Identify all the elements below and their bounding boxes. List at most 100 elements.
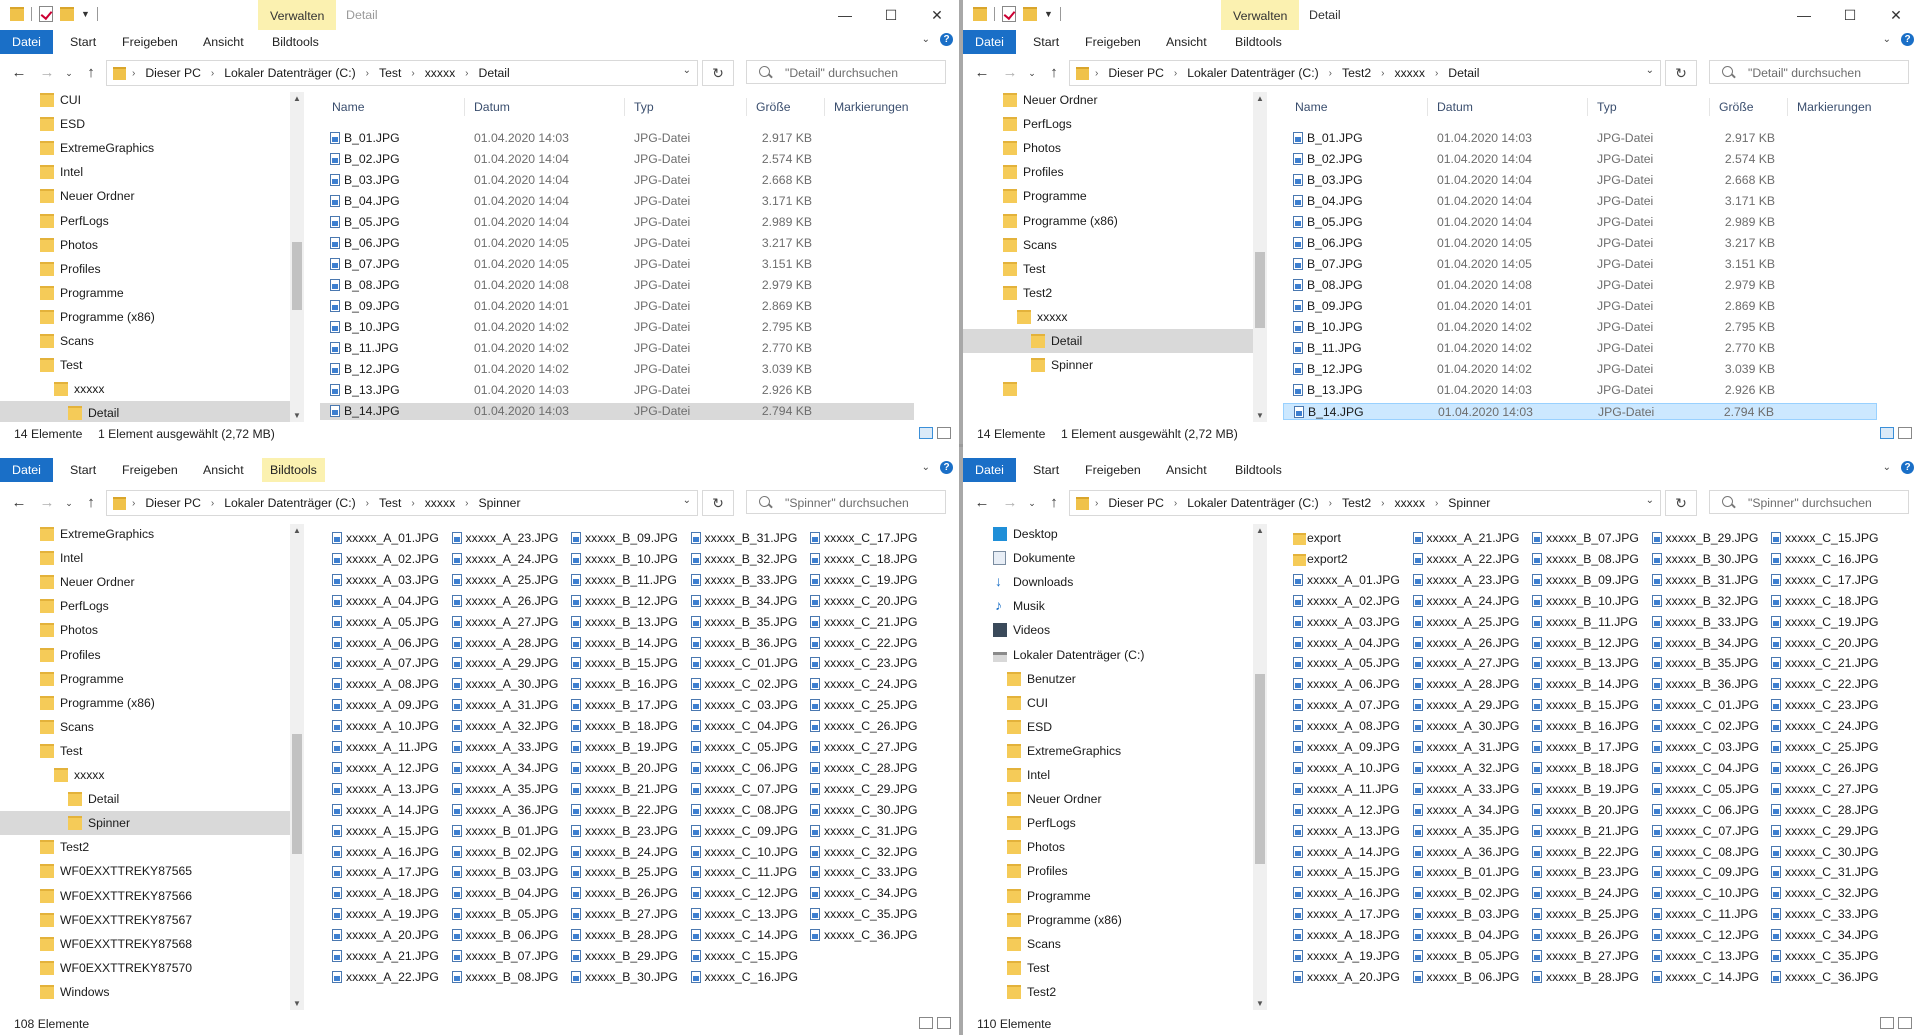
tab-share[interactable]: Freigeben <box>122 30 178 54</box>
expand-ribbon-icon[interactable]: ⌄ <box>1883 462 1891 473</box>
nav-item[interactable]: PerfLogs <box>0 594 290 618</box>
file-grid[interactable]: xxxxx_A_01.JPG xxxxx_A_02.JPG xxxxx_A_03.J… <box>328 530 948 1010</box>
nav-item[interactable]: Programme (x86) <box>0 691 290 715</box>
breadcrumb[interactable]: Spinner <box>1448 496 1490 510</box>
file-row[interactable]: B_14.JPG 01.04.2020 14:03 JPG-Datei 2.794 K… <box>320 403 914 420</box>
new-folder-icon[interactable] <box>1023 7 1037 21</box>
nav-item[interactable]: Profiles <box>963 160 1253 184</box>
nav-item[interactable]: WF0EXXTTREKY87567 <box>0 908 290 932</box>
refresh-button[interactable]: ↻ <box>1665 60 1697 86</box>
nav-item[interactable]: Detail <box>963 329 1253 353</box>
nav-item[interactable]: Test2 <box>963 281 1253 305</box>
properties-icon[interactable] <box>39 6 53 22</box>
file-row[interactable]: B_09.JPG 01.04.2020 14:01 JPG-Datei 2.869 K… <box>320 298 914 315</box>
nav-item[interactable]: Programme <box>0 667 290 691</box>
file-row[interactable]: B_11.JPG 01.04.2020 14:02 JPG-Datei 2.770 K… <box>1283 340 1877 357</box>
tab-view[interactable]: Ansicht <box>1166 458 1207 482</box>
nav-item[interactable]: Scans <box>0 329 290 353</box>
column-header-tags[interactable]: Markierungen <box>1797 96 1872 118</box>
tab-start[interactable]: Start <box>1033 30 1059 54</box>
file-list[interactable]: Name Datum Typ Größe Markierungen ^ B_01.JPG 01… <box>320 96 940 422</box>
recent-locations-button[interactable]: ⌄ <box>58 62 80 84</box>
search-input[interactable]: "Spinner" durchsuchen <box>1709 490 1909 514</box>
nav-item[interactable]: PerfLogs <box>963 112 1253 136</box>
nav-item[interactable]: Neuer Ordner <box>0 570 290 594</box>
nav-item[interactable]: ESD <box>963 715 1253 739</box>
breadcrumb[interactable]: Dieser PC <box>145 66 201 80</box>
file-row[interactable]: B_10.JPG 01.04.2020 14:02 JPG-Datei 2.795 K… <box>1283 319 1877 336</box>
forward-button[interactable]: → <box>36 62 58 84</box>
file-row[interactable]: B_11.JPG 01.04.2020 14:02 JPG-Datei 2.770 K… <box>320 340 914 357</box>
tab-view[interactable]: Ansicht <box>1166 30 1207 54</box>
chevron-down-icon[interactable]: ⌄ <box>1646 495 1654 506</box>
forward-button[interactable]: → <box>999 492 1021 514</box>
navigation-scrollbar[interactable]: ▲ ▼ <box>1253 524 1267 1010</box>
up-button[interactable]: ↑ <box>80 492 102 514</box>
file-row[interactable]: B_07.JPG 01.04.2020 14:05 JPG-Datei 3.151 K… <box>320 256 914 273</box>
column-separator[interactable] <box>624 98 625 116</box>
nav-item[interactable]: Programme <box>963 884 1253 908</box>
file-row[interactable]: B_04.JPG 01.04.2020 14:04 JPG-Datei 3.171 K… <box>1283 193 1877 210</box>
breadcrumb[interactable]: xxxxx <box>1394 496 1424 510</box>
column-header-date[interactable]: Datum <box>474 96 510 118</box>
new-folder-icon[interactable] <box>60 7 74 21</box>
chevron-down-icon[interactable]: ⌄ <box>683 495 691 506</box>
column-header-name[interactable]: Name <box>1295 96 1328 118</box>
nav-item[interactable]: Profiles <box>0 643 290 667</box>
column-header-size[interactable]: Größe <box>1719 96 1754 118</box>
nav-item[interactable]: ExtremeGraphics <box>0 136 290 160</box>
manage-context-tab[interactable]: Verwalten <box>1221 0 1300 30</box>
file-row[interactable]: B_14.JPG 01.04.2020 14:03 JPG-Datei 2.794 K… <box>1283 403 1877 420</box>
breadcrumb[interactable]: Lokaler Datenträger (C:) <box>1187 496 1318 510</box>
column-separator[interactable] <box>1587 98 1588 116</box>
nav-item[interactable]: Neuer Ordner <box>963 787 1253 811</box>
address-bar[interactable]: › Dieser PC › Lokaler Datenträger (C:) › T… <box>106 60 698 86</box>
nav-item[interactable]: Photos <box>963 136 1253 160</box>
recent-locations-button[interactable]: ⌄ <box>1021 62 1043 84</box>
nav-item[interactable]: Photos <box>0 233 290 257</box>
up-button[interactable]: ↑ <box>1043 62 1065 84</box>
nav-item[interactable]: Lokaler Datenträger (C:) <box>963 643 1253 667</box>
column-header-tags[interactable]: Markierungen <box>834 96 909 118</box>
refresh-button[interactable]: ↻ <box>702 60 734 86</box>
nav-item[interactable]: Intel <box>963 763 1253 787</box>
tab-share[interactable]: Freigeben <box>122 458 178 482</box>
column-separator[interactable] <box>824 98 825 116</box>
nav-item[interactable]: Scans <box>963 233 1253 257</box>
details-view-icon[interactable] <box>1880 1017 1894 1029</box>
tab-picture-tools[interactable]: Bildtools <box>262 458 325 482</box>
nav-item[interactable]: Desktop <box>963 524 1253 546</box>
breadcrumb[interactable]: Dieser PC <box>1108 66 1164 80</box>
breadcrumb[interactable]: xxxxx <box>1394 66 1424 80</box>
forward-button[interactable]: → <box>36 492 58 514</box>
file-row[interactable]: B_12.JPG 01.04.2020 14:02 JPG-Datei 3.039 K… <box>1283 361 1877 378</box>
nav-item[interactable]: Scans <box>0 715 290 739</box>
breadcrumb[interactable]: Dieser PC <box>145 496 201 510</box>
breadcrumb[interactable]: Detail <box>479 66 510 80</box>
tab-file[interactable]: Datei <box>0 458 53 482</box>
nav-item[interactable]: Test <box>963 956 1253 980</box>
breadcrumb[interactable]: Test <box>379 496 401 510</box>
breadcrumb[interactable]: Dieser PC <box>1108 496 1164 510</box>
file-row[interactable]: B_02.JPG 01.04.2020 14:04 JPG-Datei 2.574 K… <box>1283 151 1877 168</box>
nav-item[interactable]: Dokumente <box>963 546 1253 570</box>
minimize-button[interactable]: — <box>822 0 868 30</box>
nav-item[interactable]: PerfLogs <box>0 209 290 233</box>
nav-item[interactable]: Detail <box>0 401 290 422</box>
column-header-type[interactable]: Typ <box>1597 96 1617 118</box>
large-icons-view-icon[interactable] <box>937 1017 951 1029</box>
large-icons-view-icon[interactable] <box>1898 1017 1912 1029</box>
maximize-button[interactable]: ☐ <box>1827 0 1873 30</box>
tab-picture-tools[interactable]: Bildtools <box>1235 30 1282 54</box>
manage-context-tab[interactable]: Verwalten <box>258 0 337 30</box>
nav-item[interactable]: WF0EXXTTREKY87565 <box>0 859 290 883</box>
nav-item[interactable]: ExtremeGraphics <box>963 739 1253 763</box>
tab-picture-tools[interactable]: Bildtools <box>272 30 319 54</box>
nav-item[interactable]: CUI <box>0 92 290 112</box>
back-button[interactable]: ← <box>8 492 30 514</box>
help-icon[interactable]: ? <box>1901 461 1914 474</box>
minimize-button[interactable]: — <box>1781 0 1827 30</box>
file-row[interactable]: B_02.JPG 01.04.2020 14:04 JPG-Datei 2.574 K… <box>320 151 914 168</box>
tab-picture-tools[interactable]: Bildtools <box>1235 458 1282 482</box>
nav-item[interactable]: Programme (x86) <box>963 209 1253 233</box>
